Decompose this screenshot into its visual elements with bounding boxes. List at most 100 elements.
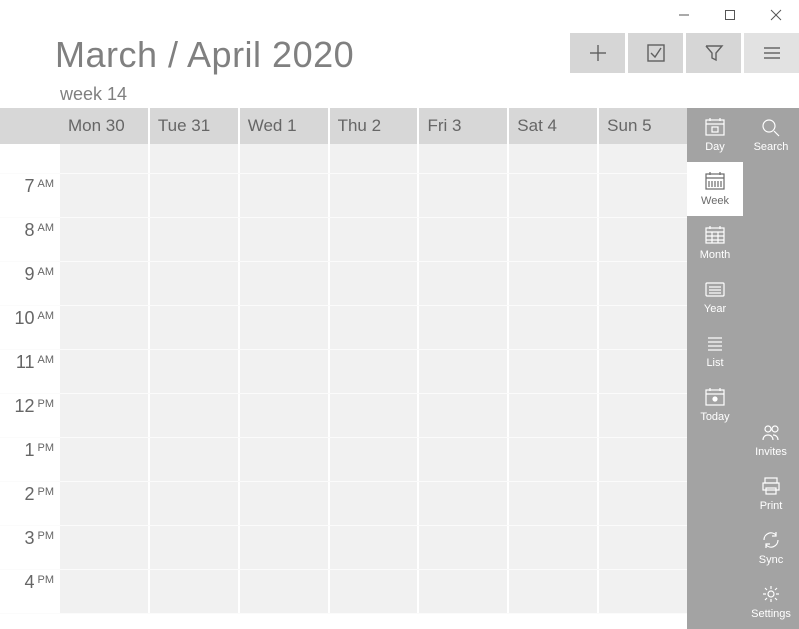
calendar-cell[interactable] [509,570,599,613]
calendar-cell[interactable] [150,438,240,481]
calendar-cell[interactable] [330,570,420,613]
calendar-cell[interactable] [330,306,420,349]
calendar-cell[interactable] [330,262,420,305]
calendar-cell[interactable] [599,526,687,569]
calendar-cell[interactable] [419,262,509,305]
calendar-cell[interactable] [419,394,509,437]
calendar-cell[interactable] [599,218,687,261]
close-button[interactable] [753,0,799,30]
calendar-cell[interactable] [240,144,330,173]
calendar-cell[interactable] [60,174,150,217]
calendar-cell[interactable] [60,306,150,349]
calendar-cell[interactable] [60,350,150,393]
calendar-cell[interactable] [599,570,687,613]
calendar-cell[interactable] [419,570,509,613]
calendar-cell[interactable] [509,306,599,349]
calendar-cell[interactable] [599,394,687,437]
calendar-cell[interactable] [330,174,420,217]
calendar-cell[interactable] [419,438,509,481]
calendar-cell[interactable] [599,306,687,349]
calendar-cell[interactable] [330,526,420,569]
calendar-cell[interactable] [509,218,599,261]
calendar-cell[interactable] [240,350,330,393]
calendar-cell[interactable] [330,144,420,173]
calendar-cell[interactable] [509,438,599,481]
calendar-cell[interactable] [599,482,687,525]
maximize-button[interactable] [707,0,753,30]
check-button[interactable] [628,33,683,73]
calendar-cell[interactable] [419,482,509,525]
day-header[interactable]: Sun 5 [599,108,687,144]
calendar-cell[interactable] [240,306,330,349]
calendar-cell[interactable] [240,526,330,569]
calendar-cell[interactable] [509,262,599,305]
action-print[interactable]: Print [743,467,799,521]
calendar-cell[interactable] [240,394,330,437]
calendar-cell[interactable] [60,526,150,569]
day-header[interactable]: Sat 4 [509,108,599,144]
calendar-cell[interactable] [419,144,509,173]
day-header[interactable]: Wed 1 [240,108,330,144]
calendar-cell[interactable] [60,438,150,481]
calendar-cell[interactable] [509,482,599,525]
view-month[interactable]: Month [687,216,743,270]
view-year[interactable]: Year [687,270,743,324]
time-grid[interactable]: 7AM 8AM 9AM 10AM 11AM [0,144,687,629]
calendar-cell[interactable] [150,394,240,437]
calendar-cell[interactable] [240,570,330,613]
calendar-cell[interactable] [419,526,509,569]
action-invites[interactable]: Invites [743,413,799,467]
calendar-cell[interactable] [60,144,150,173]
calendar-cell[interactable] [150,526,240,569]
calendar-cell[interactable] [330,350,420,393]
allday-row[interactable] [0,144,687,174]
calendar-cell[interactable] [150,218,240,261]
calendar-cell[interactable] [150,262,240,305]
calendar-cell[interactable] [150,350,240,393]
calendar-cell[interactable] [150,570,240,613]
minimize-button[interactable] [661,0,707,30]
calendar-cell[interactable] [419,218,509,261]
action-sync[interactable]: Sync [743,521,799,575]
calendar-cell[interactable] [60,218,150,261]
calendar-cell[interactable] [419,174,509,217]
calendar-cell[interactable] [330,394,420,437]
calendar-cell[interactable] [509,394,599,437]
view-list[interactable]: List [687,324,743,378]
calendar-cell[interactable] [240,482,330,525]
day-header[interactable]: Mon 30 [60,108,150,144]
action-search[interactable]: Search [743,108,799,162]
calendar-cell[interactable] [150,482,240,525]
calendar-cell[interactable] [240,218,330,261]
calendar-cell[interactable] [509,350,599,393]
calendar-cell[interactable] [419,350,509,393]
calendar-cell[interactable] [150,174,240,217]
add-button[interactable] [570,33,625,73]
calendar-cell[interactable] [60,262,150,305]
action-settings[interactable]: Settings [743,575,799,629]
calendar-cell[interactable] [599,174,687,217]
calendar-cell[interactable] [240,262,330,305]
calendar-cell[interactable] [330,438,420,481]
calendar-cell[interactable] [60,394,150,437]
calendar-cell[interactable] [599,438,687,481]
calendar-cell[interactable] [509,526,599,569]
view-today[interactable]: Today [687,378,743,432]
day-header[interactable]: Thu 2 [330,108,420,144]
calendar-cell[interactable] [330,218,420,261]
calendar-cell[interactable] [150,144,240,173]
calendar-cell[interactable] [419,306,509,349]
filter-button[interactable] [686,33,741,73]
calendar-cell[interactable] [240,438,330,481]
day-header[interactable]: Tue 31 [150,108,240,144]
view-day[interactable]: Day [687,108,743,162]
day-header[interactable]: Fri 3 [419,108,509,144]
calendненергcell[interactable] [599,144,687,173]
calendar-cell[interactable] [330,482,420,525]
calendar-cell[interactable] [150,306,240,349]
menu-button[interactable] [744,33,799,73]
calendar-cell[interactable] [60,570,150,613]
calendar-cell[interactable] [240,174,330,217]
calendar-cell[interactable] [599,350,687,393]
calendar-cell[interactable] [599,262,687,305]
